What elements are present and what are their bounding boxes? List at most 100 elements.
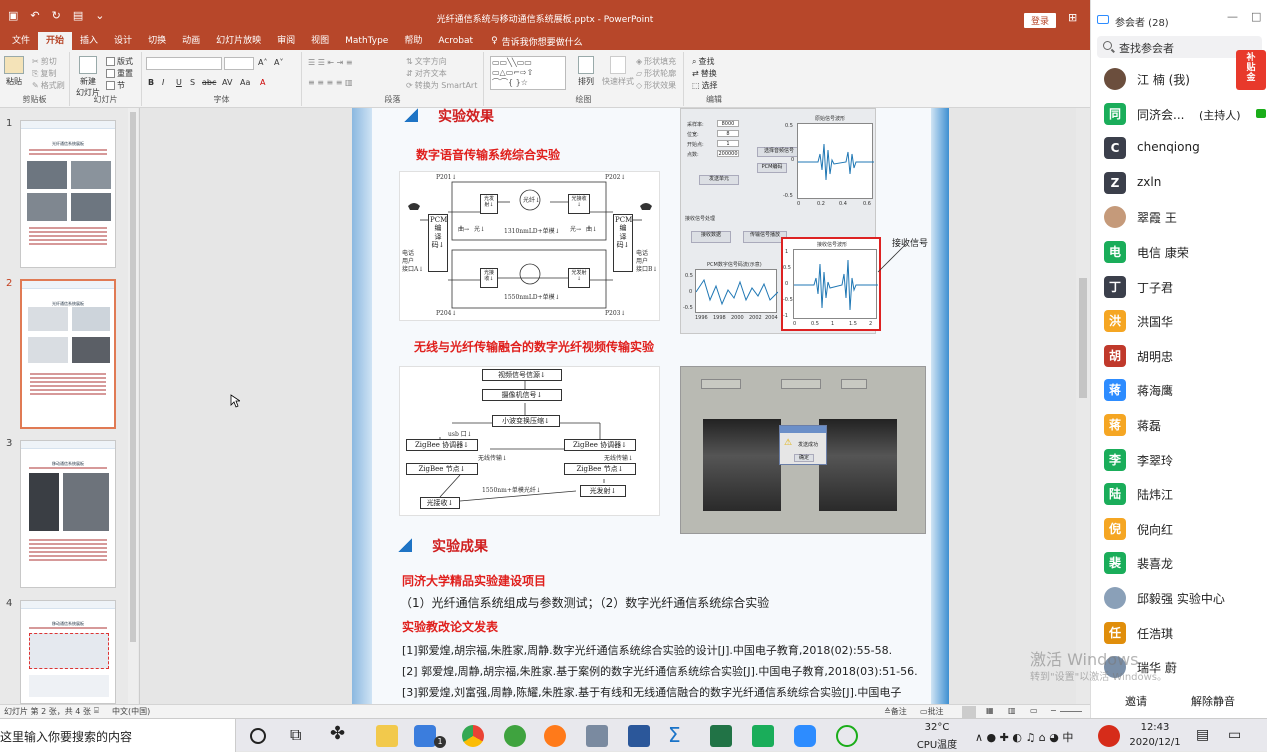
font-color-button[interactable]: A <box>260 78 265 87</box>
wechat-icon[interactable] <box>836 725 858 747</box>
participant-row[interactable]: 任任浩琪 <box>1091 616 1267 650</box>
format-painter-button[interactable]: ✎ 格式刷 <box>32 80 65 91</box>
file-explorer-icon[interactable] <box>376 725 398 747</box>
zoom-app-icon[interactable] <box>794 725 816 747</box>
task-view-icon[interactable]: ⧉ <box>290 725 312 747</box>
new-slide-button[interactable]: 新建 幻灯片 <box>76 56 100 98</box>
app-tray-icon[interactable] <box>1098 725 1120 747</box>
notes-button[interactable]: ≙备注 <box>884 706 907 717</box>
zoom-meeting-icon[interactable] <box>414 725 436 747</box>
participant-row[interactable]: 邱毅强 实验中心 <box>1091 581 1267 615</box>
layout-button[interactable]: 版式 <box>106 56 133 67</box>
tell-me-box[interactable]: ♀ 告诉我你想要做什么 <box>491 35 583 48</box>
underline-button[interactable]: U <box>176 78 182 87</box>
login-button[interactable]: 登录 <box>1024 13 1057 28</box>
tab-file[interactable]: 文件 <box>4 32 38 50</box>
invite-button[interactable]: 邀请 <box>1125 693 1147 709</box>
participant-row[interactable]: 蒋蒋海鹰 <box>1091 373 1267 407</box>
tab-help[interactable]: 帮助 <box>396 32 430 50</box>
tray-icons[interactable]: ∧ ● ✚ ◐ ♫ ⌂ ◕ 中 <box>975 729 1073 745</box>
calculator-icon[interactable] <box>586 725 608 747</box>
zoom-slider[interactable] <box>1060 711 1082 712</box>
participant-row[interactable]: 蒋蒋磊 <box>1091 408 1267 442</box>
thumbnails-scrollbar[interactable] <box>128 108 138 704</box>
participant-row[interactable]: 江 楠 (我) <box>1091 62 1267 96</box>
participant-row[interactable]: 洪洪国华 <box>1091 304 1267 338</box>
tab-home[interactable]: 开始 <box>38 32 73 50</box>
tab-acrobat[interactable]: Acrobat <box>430 32 481 50</box>
participant-row[interactable]: 丁丁子君 <box>1091 270 1267 304</box>
excel-icon[interactable] <box>710 725 732 747</box>
participant-row[interactable]: 电电信 康荣 <box>1091 235 1267 269</box>
change-case-button[interactable]: Aa <box>240 78 250 87</box>
char-spacing-button[interactable]: AV <box>222 78 232 87</box>
popout-icon[interactable]: □ <box>1251 10 1261 23</box>
participant-row[interactable]: 倪倪向红 <box>1091 512 1267 546</box>
clock-time[interactable]: 12:43 <box>1130 722 1180 733</box>
bold-button[interactable]: B <box>148 78 154 87</box>
unmute-all-button[interactable]: 解除静音 <box>1191 693 1235 709</box>
text-direction-button[interactable]: ⇅ 文字方向 <box>406 56 447 67</box>
reading-view-icon[interactable]: ▥ <box>1008 706 1016 715</box>
participant-row[interactable]: 李李翠玲 <box>1091 443 1267 477</box>
language-indicator[interactable]: 中文(中国) <box>112 706 150 717</box>
font-name-field[interactable] <box>146 57 222 70</box>
tab-insert[interactable]: 插入 <box>72 32 106 50</box>
replace-button[interactable]: ⇄ 替换 <box>692 68 717 79</box>
section-button[interactable]: 节 <box>106 80 125 91</box>
shape-outline-button[interactable]: ▱ 形状轮廓 <box>636 68 676 79</box>
notes-tray-icon[interactable]: ▤ <box>1196 727 1209 743</box>
paste-button[interactable]: 粘贴 <box>4 56 24 87</box>
slide-thumbnail-2[interactable]: 光纤通信系统展板 <box>20 279 116 429</box>
participant-row[interactable]: 胡胡明忠 <box>1091 339 1267 373</box>
fan-app-icon[interactable]: ✤ <box>330 723 352 745</box>
slide-thumbnail-3[interactable]: 移动通信系统展板 <box>20 440 116 588</box>
strike-button[interactable]: abc <box>202 78 216 87</box>
firefox-icon[interactable] <box>544 725 566 747</box>
shadow-button[interactable]: S <box>190 78 195 87</box>
tab-animations[interactable]: 动画 <box>174 32 208 50</box>
quick-styles-button[interactable]: 快速样式 <box>602 56 634 87</box>
spellcheck-icon[interactable]: ⌸ <box>94 706 99 716</box>
italic-button[interactable]: I <box>162 78 164 87</box>
align-text-button[interactable]: ⇵ 对齐文本 <box>406 68 447 79</box>
participant-row[interactable]: Zzxln <box>1091 166 1267 200</box>
slide-canvas[interactable]: 实验效果 数字语音传输系统综合实验 P201↓ P202↓ P203↓ P204… <box>352 108 949 704</box>
clock-date[interactable]: 2020/12/1 <box>1124 737 1186 748</box>
bullets-icon[interactable]: ☰ ☰ ⇤ ⇥ ≡ <box>308 58 353 67</box>
copy-button[interactable]: ⎘ 复制 <box>32 68 56 79</box>
find-button[interactable]: ⌕ 查找 <box>692 56 714 67</box>
shape-fill-button[interactable]: ◈ 形状填充 <box>636 56 676 67</box>
shrink-font-button[interactable]: A˅ <box>274 58 283 67</box>
tab-review[interactable]: 审阅 <box>269 32 303 50</box>
ie-browser-icon[interactable] <box>504 725 526 747</box>
tab-slideshow[interactable]: 幻灯片放映 <box>208 32 269 50</box>
grow-font-button[interactable]: A˄ <box>258 58 267 67</box>
font-size-field[interactable] <box>224 57 254 70</box>
participant-row[interactable]: 同同济会... (主持人) <box>1091 97 1267 131</box>
cortana-icon[interactable] <box>250 728 266 744</box>
comments-button[interactable]: ▭批注 <box>920 706 944 717</box>
reset-button[interactable]: 重置 <box>106 68 133 79</box>
zoom-out-icon[interactable]: − <box>1050 706 1057 715</box>
slide-sorter-icon[interactable]: ▦ <box>986 706 994 715</box>
tab-transitions[interactable]: 切换 <box>140 32 174 50</box>
scroll-thumb[interactable] <box>130 112 136 642</box>
participant-row[interactable]: 裴裴喜龙 <box>1091 546 1267 580</box>
shape-effects-button[interactable]: ◇ 形状效果 <box>636 80 676 91</box>
slide-scrollbar[interactable] <box>1076 108 1090 704</box>
sigma-app-icon[interactable]: Σ <box>668 723 690 747</box>
arrange-button[interactable]: 排列 <box>578 56 594 87</box>
visio-icon[interactable] <box>628 725 650 747</box>
normal-view-icon[interactable] <box>962 706 976 718</box>
select-button[interactable]: ⬚ 选择 <box>692 80 718 91</box>
slide-thumbnail-4[interactable]: 移动通信系统展板 <box>20 600 116 704</box>
taskbar-search-box[interactable]: 这里输入你要搜索的内容 <box>0 719 236 752</box>
scroll-thumb[interactable] <box>1079 278 1087 398</box>
smartart-button[interactable]: ⟳ 转换为 SmartArt <box>406 80 477 91</box>
shapes-gallery[interactable]: ▭▭╲╲▭▭ ▭△▭⌐⇨⇧ ⌒⌒{ }☆ <box>490 56 566 90</box>
pdf-app-icon[interactable] <box>752 725 774 747</box>
participant-row[interactable]: 陆陆炜江 <box>1091 477 1267 511</box>
cut-button[interactable]: ✂ 剪切 <box>32 56 57 67</box>
tab-design[interactable]: 设计 <box>106 32 140 50</box>
